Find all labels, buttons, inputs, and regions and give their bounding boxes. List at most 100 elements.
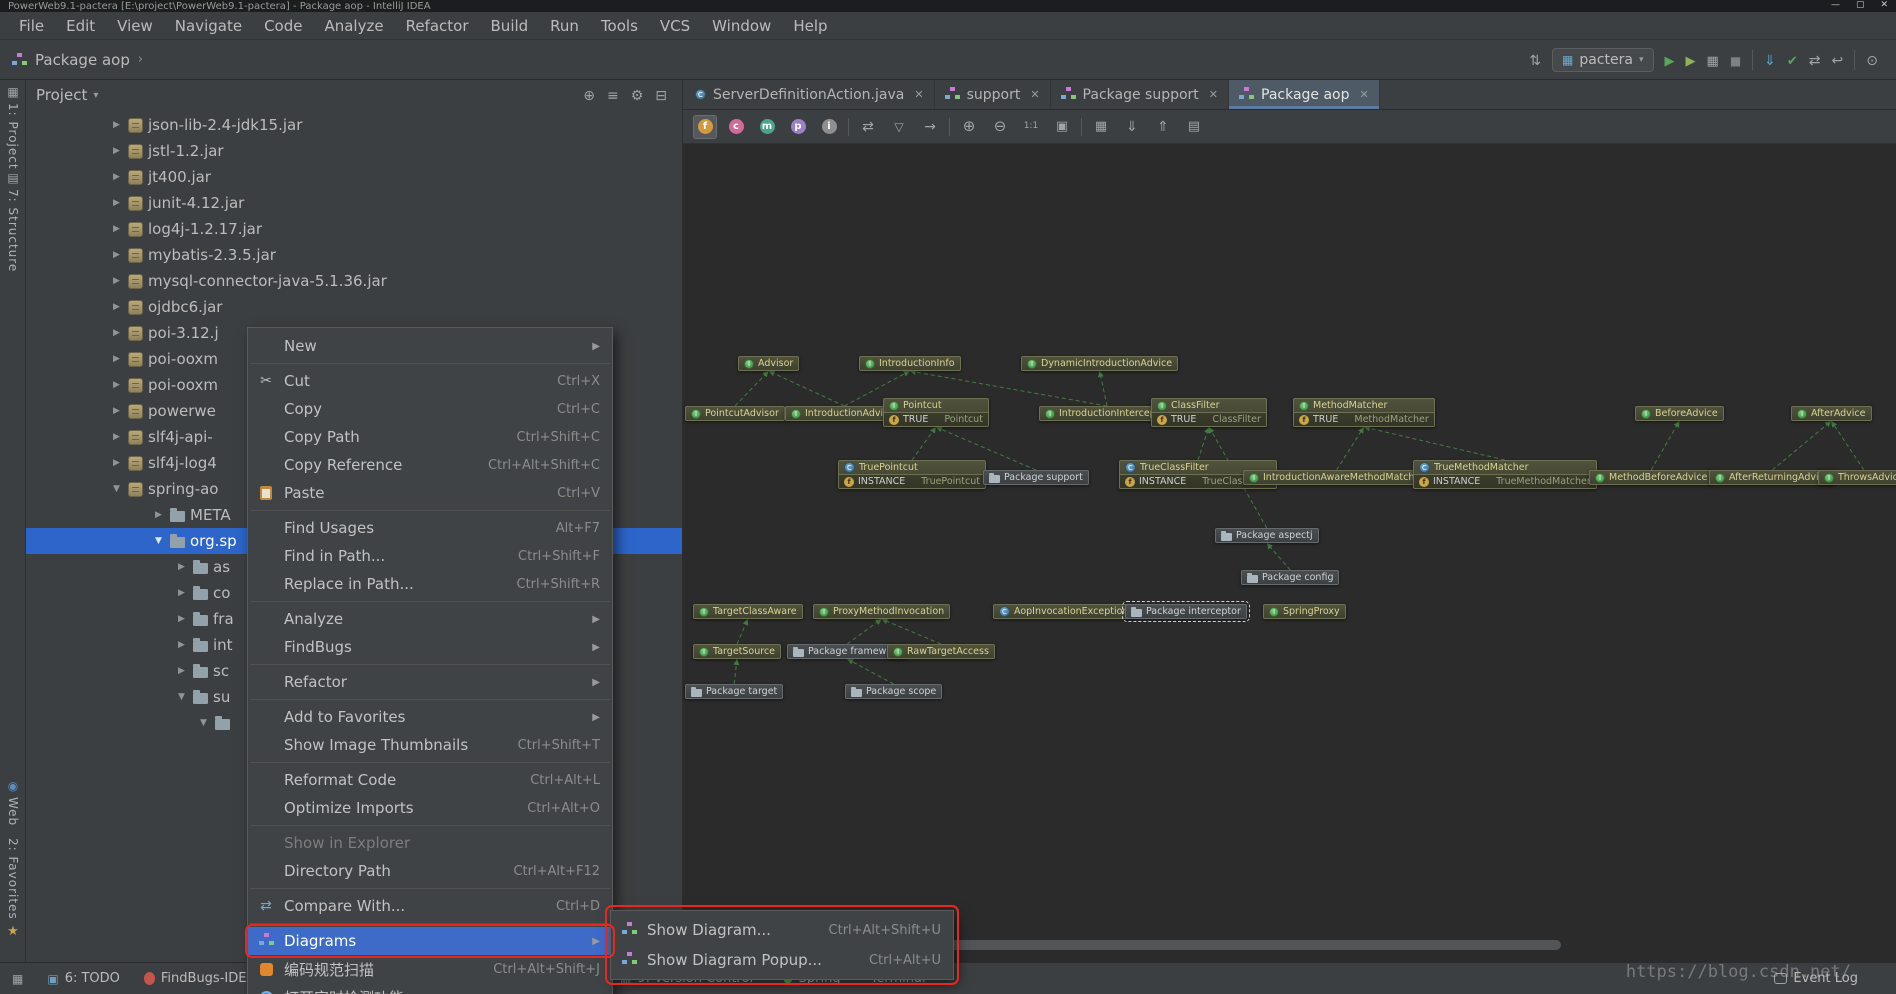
vcs-compare-button[interactable]: ⇄ xyxy=(1809,50,1821,69)
diagram-node-springproxy[interactable]: I SpringProxy xyxy=(1263,604,1346,619)
diagram-node-introductionawaremethodmatcher[interactable]: I IntroductionAwareMethodMatcher xyxy=(1243,470,1431,485)
show-inner-classes-button[interactable]: i xyxy=(817,115,841,139)
locate-button[interactable]: ⊕ xyxy=(578,86,600,104)
diagram-node-pkg-scope[interactable]: Package scope xyxy=(845,684,943,699)
menu-item-copy-reference[interactable]: Copy Reference Ctrl+Alt+Shift+C xyxy=(248,451,612,479)
menu-run[interactable]: Run xyxy=(539,12,590,39)
menu-item-find-usages[interactable]: Find Usages Alt+F7 xyxy=(248,514,612,542)
export-diagram-button[interactable]: ⇑ xyxy=(1151,115,1175,139)
tab-serverdefinitionaction-java[interactable]: C ServerDefinitionAction.java ✕ xyxy=(685,80,935,109)
menu-tools[interactable]: Tools xyxy=(590,12,649,39)
menu-analyze[interactable]: Analyze xyxy=(313,12,394,39)
menu-navigate[interactable]: Navigate xyxy=(164,12,253,39)
menu-item-show-in-explorer[interactable]: Show in Explorer xyxy=(248,829,612,857)
menu-item-reformat-code[interactable]: Reformat Code Ctrl+Alt+L xyxy=(248,766,612,794)
tree-item[interactable]: ▶ jstl-1.2.jar xyxy=(26,138,682,164)
fit-content-button[interactable]: ▣ xyxy=(1050,115,1074,139)
diagram-node-targetsource[interactable]: I TargetSource xyxy=(693,644,782,659)
menu-item-directory-path[interactable]: Directory Path Ctrl+Alt+F12 xyxy=(248,857,612,885)
show-constructors-button[interactable]: c xyxy=(724,115,748,139)
stripe-web[interactable]: ◉ Web xyxy=(0,780,26,826)
tab-package-aop[interactable]: Package aop ✕ xyxy=(1229,80,1380,109)
diagram-node-truepointcut[interactable]: C TruePointcut f INSTANCE TruePointcut xyxy=(838,460,986,489)
close-icon[interactable]: ✕ xyxy=(1360,88,1369,101)
diagram-node-dynamicintroductionadvice[interactable]: I DynamicIntroductionAdvice xyxy=(1021,356,1179,371)
diagram-node-introductioninfo[interactable]: I IntroductionInfo xyxy=(859,356,961,371)
menu-code[interactable]: Code xyxy=(253,12,313,39)
status-findbugs-idea[interactable]: FindBugs-IDEA xyxy=(143,971,255,986)
menu-item-编码规范扫描[interactable]: 编码规范扫描 Ctrl+Alt+Shift+J xyxy=(248,955,612,983)
maximize-button[interactable]: ▢ xyxy=(1856,0,1865,10)
status-tool-windows[interactable]: ▦ xyxy=(12,973,23,985)
save-diagram-button[interactable]: ⇓ xyxy=(1120,115,1144,139)
menu-item-optimize-imports[interactable]: Optimize Imports Ctrl+Alt+O xyxy=(248,794,612,822)
diagram-node-methodmatcher[interactable]: I MethodMatcher f TRUE MethodMatcher xyxy=(1293,398,1435,427)
close-button[interactable]: ✕ xyxy=(1880,0,1888,10)
diagram-node-pkg-support[interactable]: Package support xyxy=(983,470,1089,485)
diagram-node-classfilter[interactable]: I ClassFilter f TRUE ClassFilter xyxy=(1151,398,1267,427)
diagram-node-pointcutadvisor[interactable]: I PointcutAdvisor xyxy=(685,406,785,421)
close-icon[interactable]: ✕ xyxy=(914,88,923,101)
tab-support[interactable]: support ✕ xyxy=(934,80,1051,109)
menu-build[interactable]: Build xyxy=(480,12,540,39)
tab-package-support[interactable]: Package support ✕ xyxy=(1050,80,1229,109)
menu-item-diagrams[interactable]: Diagrams ▶ xyxy=(248,927,612,955)
status-6-todo[interactable]: ▣ 6: TODO xyxy=(47,971,120,986)
menu-item-replace-in-path-[interactable]: Replace in Path... Ctrl+Shift+R xyxy=(248,570,612,598)
run-configuration-selector[interactable]: ▦ pactera ▾ xyxy=(1552,47,1654,72)
snap-to-grid-button[interactable]: ▦ xyxy=(1089,115,1113,139)
tree-item[interactable]: ▶ mybatis-2.3.5.jar xyxy=(26,242,682,268)
menu-item-new[interactable]: New ▶ xyxy=(248,332,612,360)
diagram-node-beforeadvice[interactable]: I BeforeAdvice xyxy=(1635,406,1724,421)
diagram-node-methodbeforeadvice[interactable]: I MethodBeforeAdvice xyxy=(1589,470,1714,485)
close-icon[interactable]: ✕ xyxy=(1030,88,1039,101)
menu-window[interactable]: Window xyxy=(701,12,782,39)
tree-item[interactable]: ▶ ojdbc6.jar xyxy=(26,294,682,320)
edge-creation-button[interactable]: → xyxy=(918,115,942,139)
flatten-button[interactable]: ≡ xyxy=(602,86,624,104)
menu-item-show-diagram-[interactable]: Show Diagram... Ctrl+Alt+Shift+U xyxy=(611,915,953,945)
diagram-node-advisor[interactable]: I Advisor xyxy=(738,356,800,371)
menu-item-compare-with-[interactable]: ⇄ Compare With... Ctrl+D xyxy=(248,892,612,920)
breadcrumb[interactable]: Package aop › xyxy=(12,51,143,69)
menu-item-copy-path[interactable]: Copy Path Ctrl+Shift+C xyxy=(248,423,612,451)
menu-item-add-to-favorites[interactable]: Add to Favorites ▶ xyxy=(248,703,612,731)
zoom-out-button[interactable]: ⊖ xyxy=(988,115,1012,139)
diagram-node-pointcut[interactable]: I Pointcut f TRUE Pointcut xyxy=(883,398,989,427)
vcs-commit-button[interactable]: ✔ xyxy=(1787,50,1798,69)
menu-item-copy[interactable]: Copy Ctrl+C xyxy=(248,395,612,423)
minimize-button[interactable]: — xyxy=(1831,0,1840,10)
menu-item-refactor[interactable]: Refactor ▶ xyxy=(248,668,612,696)
profiler-button[interactable]: ▦ xyxy=(1707,50,1719,69)
changes-button[interactable]: ⇅ xyxy=(1529,50,1541,69)
diagram-node-proxymethodinvocation[interactable]: I ProxyMethodInvocation xyxy=(813,604,951,619)
stripe-1-project[interactable]: ▦ 1: Project xyxy=(0,86,26,170)
menu-item-findbugs[interactable]: FindBugs ▶ xyxy=(248,633,612,661)
coverage-button[interactable]: ▶ xyxy=(1686,50,1696,69)
stripe-2-favorites[interactable]: 2: Favorites ★ xyxy=(0,838,26,938)
menu-view[interactable]: View xyxy=(106,12,164,39)
menu-item-cut[interactable]: ✂ Cut Ctrl+X xyxy=(248,367,612,395)
menu-item-show-image-thumbnails[interactable]: Show Image Thumbnails Ctrl+Shift+T xyxy=(248,731,612,759)
stripe-7-structure[interactable]: ▤ 7: Structure xyxy=(0,172,26,272)
print-diagram-button[interactable]: ▤ xyxy=(1182,115,1206,139)
menu-vcs[interactable]: VCS xyxy=(649,12,701,39)
diagram-node-afterreturningadvice[interactable]: I AfterReturningAdvice xyxy=(1709,470,1836,485)
show-fields-button[interactable]: f xyxy=(693,114,717,139)
filter-edges-button[interactable]: ▽ xyxy=(887,115,911,139)
show-dependencies-button[interactable]: ⇄ xyxy=(856,115,880,139)
search-everywhere-button[interactable]: ⊙ xyxy=(1866,50,1878,69)
menu-item-analyze[interactable]: Analyze ▶ xyxy=(248,605,612,633)
menu-item-find-in-path-[interactable]: Find in Path... Ctrl+Shift+F xyxy=(248,542,612,570)
collapse-all-button[interactable]: ⊟ xyxy=(650,86,672,104)
tree-item[interactable]: ▶ log4j-1.2.17.jar xyxy=(26,216,682,242)
diagram-node-pkg-interceptor[interactable]: Package interceptor xyxy=(1122,601,1250,622)
tree-item[interactable]: ▶ json-lib-2.4-jdk15.jar xyxy=(26,112,682,138)
diagram-node-rawtargetaccess[interactable]: I RawTargetAccess xyxy=(887,644,995,659)
menu-edit[interactable]: Edit xyxy=(55,12,106,39)
vcs-revert-button[interactable]: ↩ xyxy=(1832,50,1844,69)
menu-item-paste[interactable]: Paste Ctrl+V xyxy=(248,479,612,507)
show-properties-button[interactable]: p xyxy=(786,115,810,139)
diagram-node-afteradvice[interactable]: I AfterAdvice xyxy=(1791,406,1872,421)
settings-button[interactable]: ⚙ xyxy=(626,86,649,104)
